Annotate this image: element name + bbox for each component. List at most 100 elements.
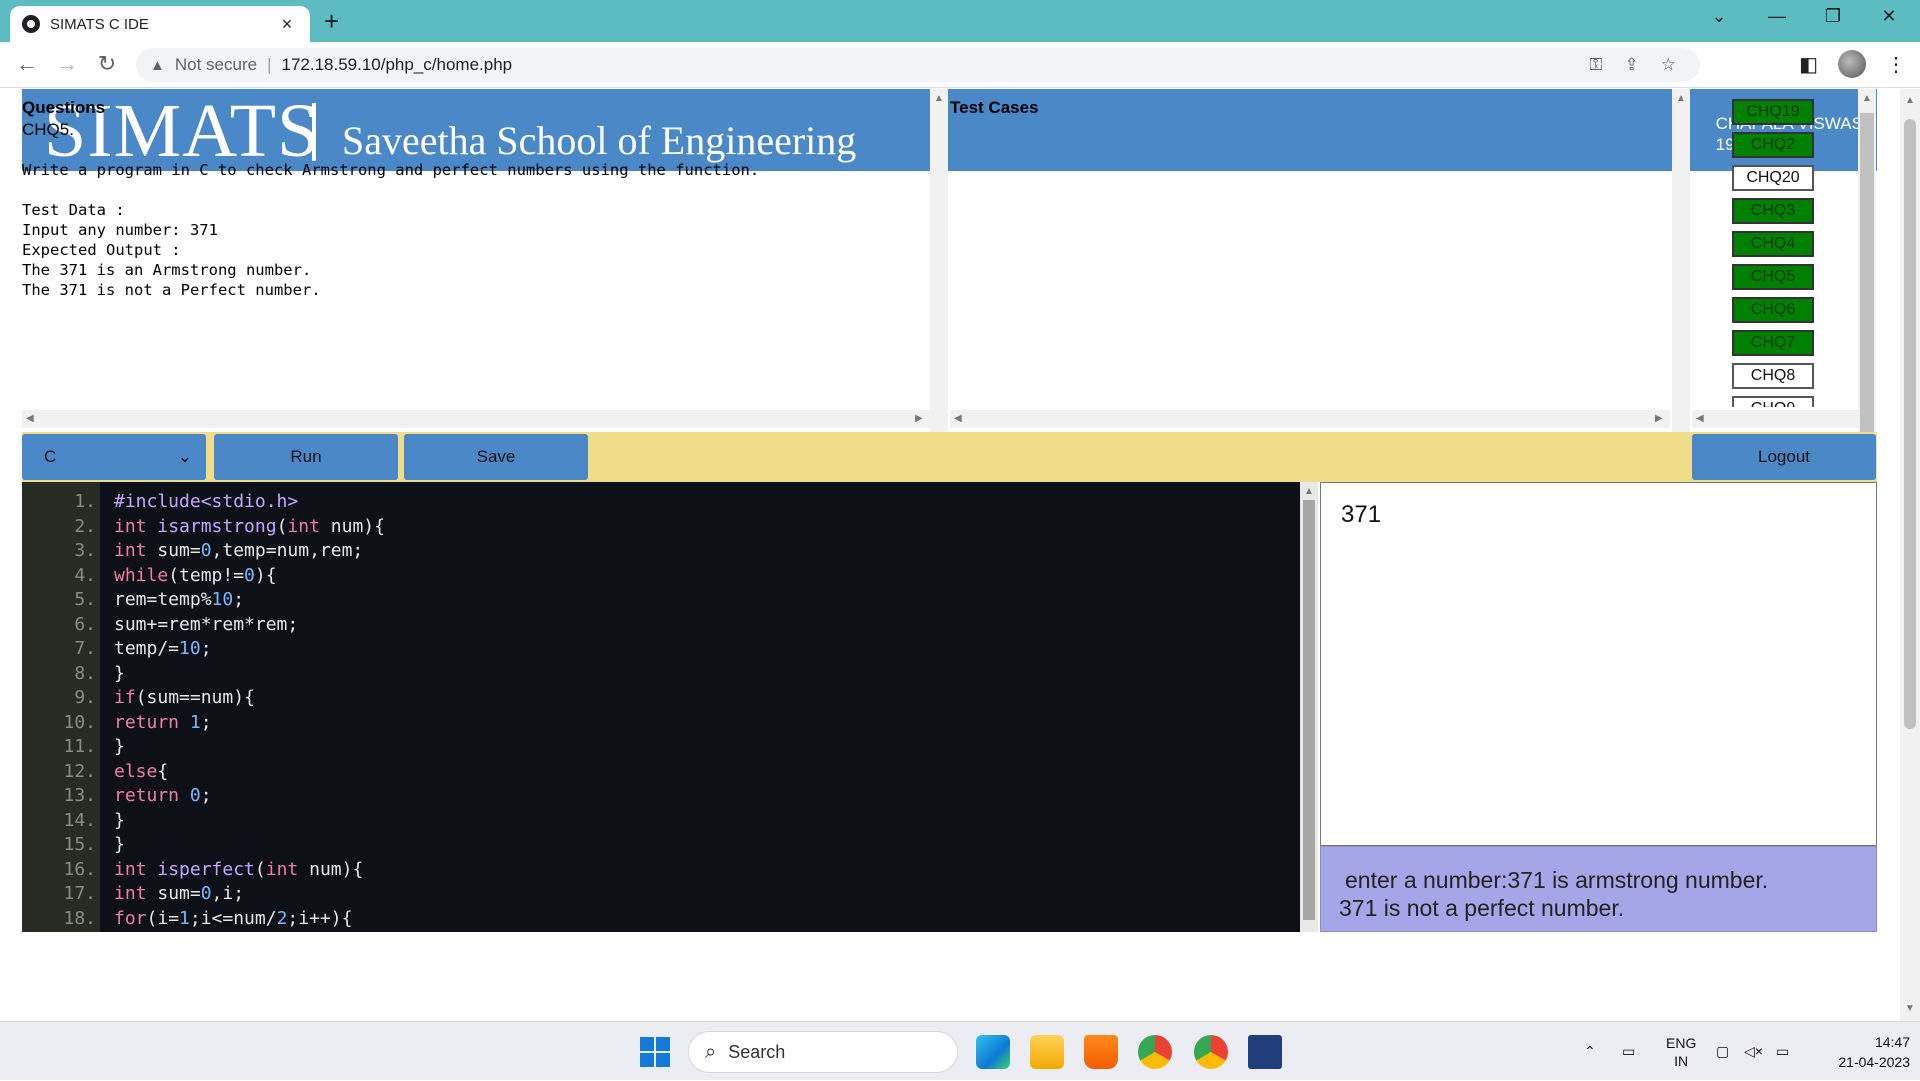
code-text[interactable]: } xyxy=(114,735,125,759)
question-button[interactable]: CHQ6 xyxy=(1732,297,1814,323)
code-line[interactable]: 17. int sum=0,i; xyxy=(22,882,1292,906)
scroll-thumb[interactable] xyxy=(1860,113,1874,473)
question-hscrollbar[interactable]: ◀ ▶ xyxy=(22,410,930,428)
menu-kebab-icon[interactable]: ⋮ xyxy=(1886,52,1906,77)
code-text[interactable]: while(temp!=0){ xyxy=(114,564,277,588)
question-button[interactable]: CHQ9 xyxy=(1732,396,1814,407)
code-text[interactable]: else{ xyxy=(114,760,168,784)
question-button[interactable]: CHQ3 xyxy=(1732,198,1814,224)
vlc-icon[interactable] xyxy=(1084,1035,1118,1069)
question-button[interactable]: CHQ4 xyxy=(1732,231,1814,257)
testcases-hscrollbar[interactable]: ◀ ▶ xyxy=(950,410,1670,428)
tablet-mode-icon[interactable]: ▭ xyxy=(1622,1022,1635,1081)
network-icon[interactable]: ▢ xyxy=(1716,1022,1729,1081)
volume-muted-icon[interactable]: ◁× xyxy=(1744,1022,1763,1081)
question-button[interactable]: CHQ5 xyxy=(1732,264,1814,290)
code-line[interactable]: 6. sum+=rem*rem*rem; xyxy=(22,613,1292,637)
edge-icon[interactable] xyxy=(976,1035,1010,1069)
show-hidden-icons-icon[interactable]: ⌃ xyxy=(1584,1022,1596,1081)
reload-icon[interactable]: ↻ xyxy=(92,51,122,77)
bookmark-star-icon[interactable]: ☆ xyxy=(1661,55,1676,75)
scroll-up-icon[interactable]: ▲ xyxy=(1304,486,1314,497)
scroll-left-icon[interactable]: ◀ xyxy=(26,413,34,424)
question-list-hscrollbar[interactable]: ◀ xyxy=(1692,410,1860,428)
save-button[interactable]: Save xyxy=(404,434,588,480)
code-line[interactable]: 13. return 0; xyxy=(22,784,1292,808)
scroll-right-icon[interactable]: ▶ xyxy=(915,413,923,424)
scroll-left-icon[interactable]: ◀ xyxy=(954,413,962,424)
code-text[interactable]: } xyxy=(114,809,125,833)
dev-cpp-icon[interactable] xyxy=(1248,1035,1282,1069)
side-panel-icon[interactable]: ◧ xyxy=(1799,52,1818,77)
tab-search-icon[interactable]: ⌄ xyxy=(1694,6,1744,27)
scroll-down-icon[interactable]: ▼ xyxy=(1905,1003,1915,1014)
taskbar-search[interactable]: ⌕ Search xyxy=(688,1031,958,1073)
code-line[interactable]: 18. for(i=1;i<=num/2;i++){ xyxy=(22,907,1292,931)
code-line[interactable]: 11.} xyxy=(22,735,1292,759)
share-icon[interactable]: ⇪ xyxy=(1625,55,1639,75)
browser-tab[interactable]: SIMATS C IDE × xyxy=(10,6,310,42)
question-button[interactable]: CHQ7 xyxy=(1732,330,1814,356)
program-input-area[interactable]: 371 xyxy=(1320,482,1877,846)
url-text[interactable]: 172.18.59.10/php_c/home.php xyxy=(281,55,512,75)
scroll-up-icon[interactable]: ▲ xyxy=(1676,93,1686,104)
close-tab-icon[interactable]: × xyxy=(276,14,298,35)
code-line[interactable]: 4. while(temp!=0){ xyxy=(22,564,1292,588)
scroll-thumb[interactable] xyxy=(1904,119,1916,729)
chrome-icon[interactable] xyxy=(1138,1035,1172,1069)
profile-avatar[interactable] xyxy=(1838,50,1866,78)
question-button[interactable]: CHQ8 xyxy=(1732,363,1814,389)
code-line[interactable]: 16. int isperfect(int num){ xyxy=(22,858,1292,882)
run-button[interactable]: Run xyxy=(214,434,398,480)
code-line[interactable]: 9. if(sum==num){ xyxy=(22,686,1292,710)
maximize-button[interactable]: ❐ xyxy=(1808,6,1858,27)
scroll-up-icon[interactable]: ▲ xyxy=(1862,93,1872,104)
code-text[interactable]: if(sum==num){ xyxy=(114,686,255,710)
code-text[interactable]: temp/=10; xyxy=(114,637,212,661)
language-indicator[interactable]: ENG IN xyxy=(1666,1022,1696,1081)
key-icon[interactable]: ⚿ xyxy=(1590,55,1603,75)
logout-button[interactable]: Logout xyxy=(1692,434,1876,480)
code-text[interactable]: int isarmstrong(int num){ xyxy=(114,515,385,539)
code-text[interactable]: int sum=0,i; xyxy=(114,882,244,906)
scroll-thumb[interactable] xyxy=(1303,500,1315,920)
system-clock[interactable]: 14:47 21-04-2023 xyxy=(1810,1032,1910,1072)
page-scrollbar[interactable]: ▲ ▼ xyxy=(1900,89,1920,1021)
forward-icon[interactable]: → xyxy=(52,51,82,77)
scroll-right-icon[interactable]: ▶ xyxy=(1655,413,1663,424)
new-tab-button[interactable]: + xyxy=(324,8,339,34)
code-line[interactable]: 5. rem=temp%10; xyxy=(22,588,1292,612)
code-line[interactable]: 10. return 1; xyxy=(22,711,1292,735)
close-window-button[interactable]: ✕ xyxy=(1864,6,1914,27)
code-line[interactable]: 1. #include<stdio.h> xyxy=(22,490,1292,514)
code-text[interactable]: int isperfect(int num){ xyxy=(114,858,363,882)
code-text[interactable]: } xyxy=(114,662,125,686)
question-button[interactable]: CHQ2 xyxy=(1732,132,1814,158)
scroll-up-icon[interactable]: ▲ xyxy=(934,93,944,104)
back-icon[interactable]: ← xyxy=(12,51,42,77)
code-text[interactable]: #include<stdio.h> xyxy=(114,490,298,514)
code-line[interactable]: 3. int sum=0,temp=num,rem; xyxy=(22,539,1292,563)
file-explorer-icon[interactable] xyxy=(1030,1035,1064,1069)
code-line[interactable]: 12. else{ xyxy=(22,760,1292,784)
code-text[interactable]: } xyxy=(114,833,125,857)
question-button[interactable]: CHQ19 xyxy=(1732,99,1814,125)
chrome-profile-icon[interactable] xyxy=(1194,1035,1228,1069)
code-text[interactable]: for(i=1;i<=num/2;i++){ xyxy=(114,907,352,931)
code-text[interactable]: int sum=0,temp=num,rem; xyxy=(114,539,363,563)
code-line[interactable]: 15.} xyxy=(22,833,1292,857)
battery-icon[interactable]: ▭ xyxy=(1776,1022,1789,1081)
code-line[interactable]: 14.} xyxy=(22,809,1292,833)
editor-scrollbar[interactable]: ▲ xyxy=(1300,482,1318,932)
start-icon[interactable] xyxy=(640,1037,670,1067)
code-editor[interactable]: 1. #include<stdio.h> 2. int isarmstrong(int… xyxy=(22,482,1300,932)
code-line[interactable]: 2. int isarmstrong(int num){ xyxy=(22,515,1292,539)
question-button[interactable]: CHQ20 xyxy=(1732,165,1814,191)
code-text[interactable]: return 1; xyxy=(114,711,212,735)
code-text[interactable]: return 0; xyxy=(114,784,212,808)
code-text[interactable]: rem=temp%10; xyxy=(114,588,244,612)
language-select[interactable]: C ⌄ xyxy=(22,434,206,480)
code-line[interactable]: 7. temp/=10; xyxy=(22,637,1292,661)
code-line[interactable]: 8.} xyxy=(22,662,1292,686)
omnibox[interactable]: ▲ Not secure | 172.18.59.10/php_c/home.p… xyxy=(136,48,1700,82)
